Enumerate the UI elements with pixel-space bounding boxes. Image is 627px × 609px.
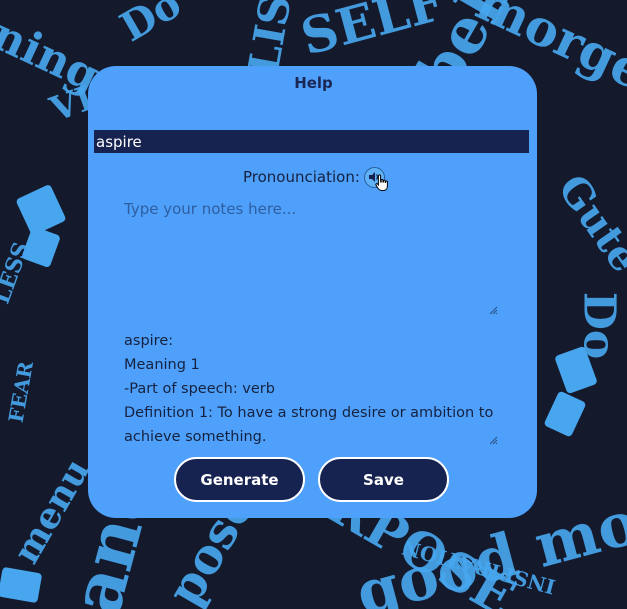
definition-meaning: Meaning 1 — [124, 357, 200, 373]
resize-grip-icon[interactable] — [489, 436, 498, 445]
definition-part-of-speech: -Part of speech: verb — [124, 381, 275, 397]
definition-word: aspire: — [124, 333, 174, 349]
resize-grip-icon[interactable] — [489, 306, 498, 315]
hand-cursor-icon — [375, 173, 388, 191]
pronunciation-row: Pronounciation: — [243, 166, 388, 191]
speaker-button[interactable] — [363, 166, 388, 191]
definition-text: Definition 1: To have a strong desire or… — [124, 405, 494, 445]
save-button[interactable]: Save — [318, 457, 449, 502]
generate-button[interactable]: Generate — [174, 457, 305, 502]
dialog-title: Help — [294, 74, 333, 92]
definition-output[interactable]: aspire: Meaning 1 -Part of speech: verb … — [118, 327, 502, 449]
word-input[interactable] — [94, 130, 529, 153]
pronunciation-label: Pronounciation: — [243, 168, 360, 186]
notes-textarea[interactable] — [118, 196, 502, 318]
